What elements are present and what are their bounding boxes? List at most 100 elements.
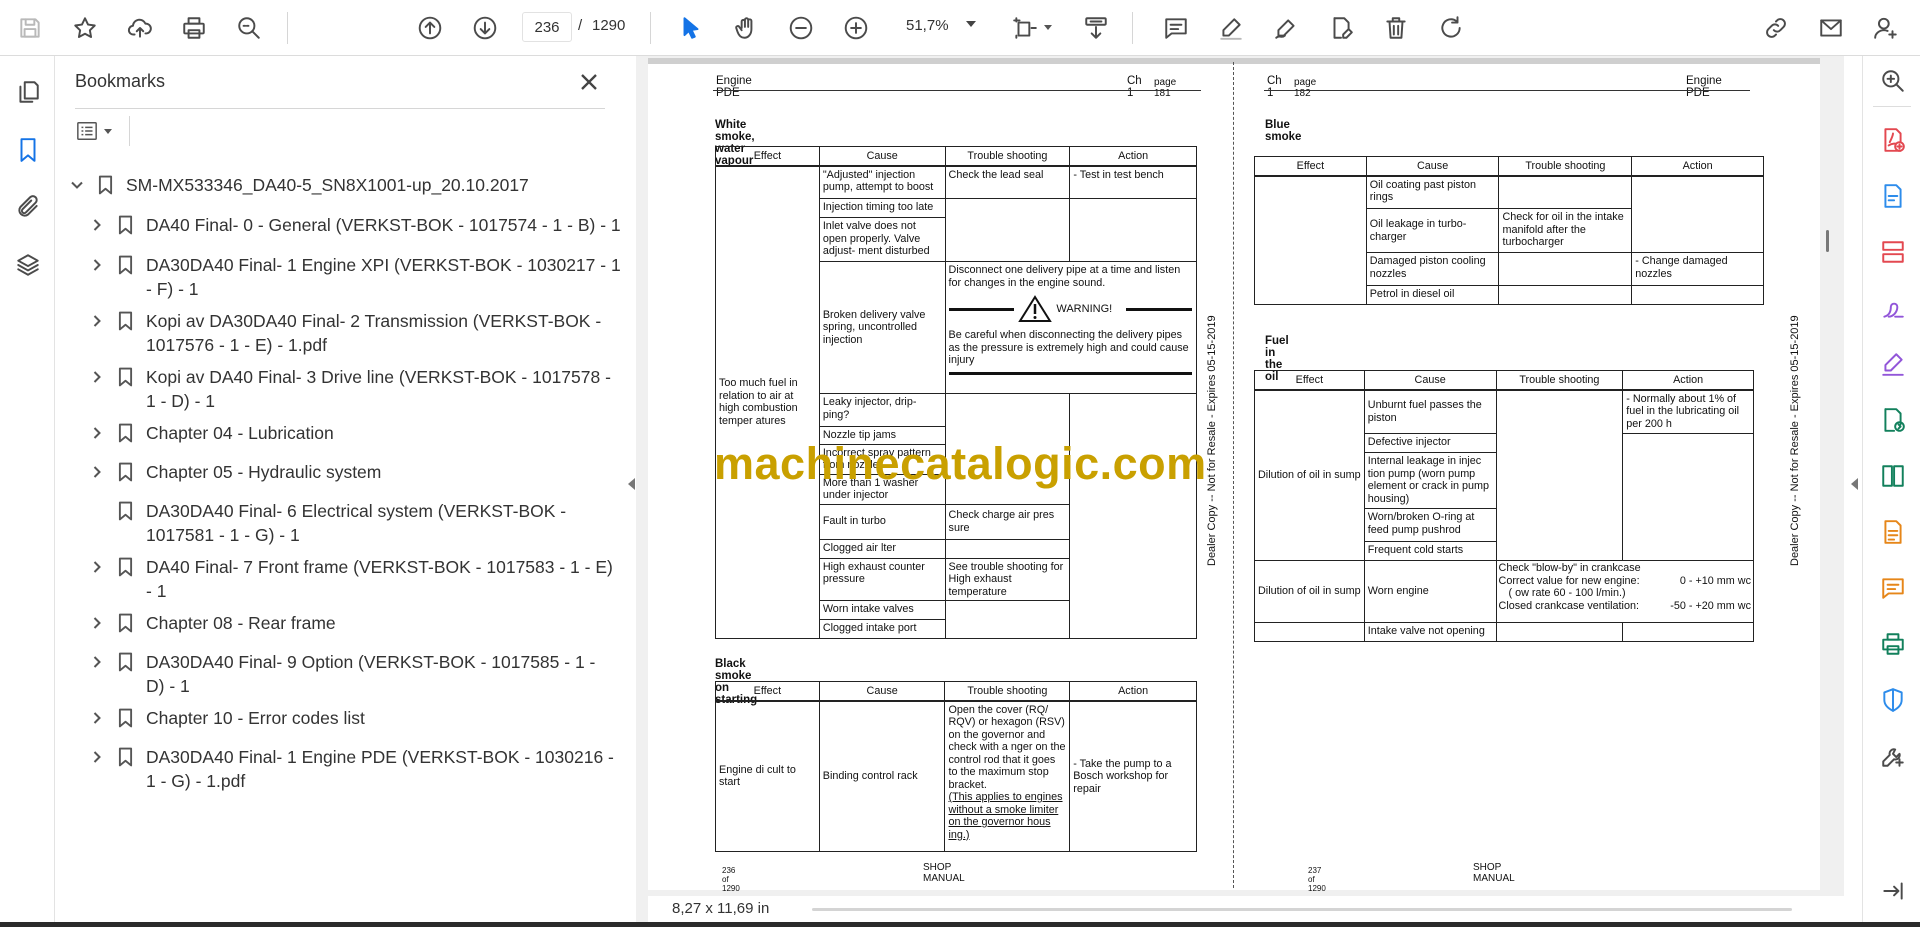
- chevron-down-icon[interactable]: [966, 21, 976, 27]
- page-size-label: 8,27 x 11,69 in: [672, 900, 770, 917]
- zoom-out-icon[interactable]: [782, 9, 820, 47]
- horizontal-scrollbar[interactable]: [812, 908, 1792, 911]
- rotate-icon[interactable]: [1432, 9, 1470, 47]
- cause-cell: Fault in turbo: [818, 503, 946, 540]
- trouble-cell: [1498, 285, 1633, 305]
- action-cell: - Normally about 1% of fuel in the lubri…: [1622, 389, 1754, 434]
- scroll-mode-icon[interactable]: [1077, 9, 1115, 47]
- chevron-right-icon[interactable]: [88, 421, 106, 445]
- bookmark-item[interactable]: SM-MX533346_DA40-5_SN8X1001-up_20.10.201…: [68, 173, 606, 197]
- trouble-cell: Check charge air pres sure: [944, 503, 1071, 540]
- draw-freehand-icon[interactable]: [1267, 9, 1305, 47]
- bookmark-item[interactable]: DA30DA40 Final- 1 Engine XPI (VERKST-BOK…: [88, 253, 621, 301]
- bookmark-item[interactable]: Chapter 04 - Lubrication: [88, 421, 626, 445]
- bookmark-item[interactable]: DA40 Final- 0 - General (VERKST-BOK - 10…: [88, 213, 626, 237]
- close-icon[interactable]: [575, 68, 603, 96]
- export-pdf-icon[interactable]: [1878, 125, 1908, 155]
- bookmark-item[interactable]: DA40 Final- 7 Front frame (VERKST-BOK - …: [88, 555, 621, 603]
- chevron-right-icon[interactable]: [88, 460, 106, 484]
- cause-cell: Worn intake valves: [818, 600, 946, 620]
- chevron-down-icon[interactable]: [1044, 25, 1052, 30]
- edit-pdf-icon[interactable]: [1878, 181, 1908, 211]
- bookmark-item[interactable]: DA30DA40 Final- 6 Electrical system (VER…: [88, 499, 596, 547]
- attachment-icon[interactable]: [12, 191, 44, 223]
- collapse-left-panel-icon[interactable]: [628, 478, 635, 490]
- star-icon[interactable]: [66, 9, 104, 47]
- taskbar-strip: [0, 922, 1920, 927]
- previous-page-icon[interactable]: [411, 9, 449, 47]
- collapse-tools-icon[interactable]: [1878, 876, 1908, 906]
- cause-cell: Defective injector: [1363, 433, 1497, 453]
- save-icon[interactable]: [11, 9, 49, 47]
- upload-cloud-icon[interactable]: [121, 9, 159, 47]
- bookmark-item[interactable]: Chapter 05 - Hydraulic system: [88, 460, 626, 484]
- bookmarks-panel: Bookmarks SM-MX533346_DA40-5_SN8X1001-up…: [56, 56, 625, 922]
- protect-shield-icon[interactable]: [1878, 685, 1908, 715]
- chevron-right-icon[interactable]: [88, 650, 106, 674]
- warning-rule: [1126, 307, 1193, 311]
- chevron-right-icon[interactable]: [88, 555, 106, 579]
- link-icon[interactable]: [1757, 9, 1795, 47]
- bookmark-item[interactable]: DA30DA40 Final- 1 Engine PDE (VERKST-BOK…: [88, 745, 621, 793]
- share-user-icon[interactable]: [1867, 9, 1905, 47]
- bookmark-item[interactable]: Kopi av DA40 Final- 3 Drive line (VERKST…: [88, 365, 621, 413]
- chevron-right-icon[interactable]: [88, 213, 106, 237]
- print-icon[interactable]: [175, 9, 213, 47]
- delete-icon[interactable]: [1377, 9, 1415, 47]
- bookmark-options-button[interactable]: [74, 116, 124, 146]
- organize-pages-icon[interactable]: [1878, 237, 1908, 267]
- cause-cell: "Adjusted" injection pump, attempt to bo…: [818, 165, 946, 199]
- request-signature-icon[interactable]: [1878, 293, 1908, 323]
- chevron-right-icon[interactable]: [88, 309, 106, 333]
- chevron-right-icon[interactable]: [88, 365, 106, 389]
- scan-ocr-icon[interactable]: [1878, 517, 1908, 547]
- edit-text-icon[interactable]: [1322, 9, 1360, 47]
- bookmark-item[interactable]: Kopi av DA30DA40 Final- 2 Transmission (…: [88, 309, 606, 357]
- toolbar-separator: [1132, 12, 1133, 44]
- print-production-icon[interactable]: [1878, 629, 1908, 659]
- action-cell: - Test in test bench: [1069, 165, 1197, 199]
- effect-cell: [1254, 175, 1367, 305]
- hand-tool-icon[interactable]: [727, 9, 765, 47]
- more-tools-icon[interactable]: [1878, 741, 1908, 771]
- chevron-right-icon[interactable]: [88, 253, 106, 277]
- cell-text: Too much fuel in relation to air at high…: [719, 377, 798, 427]
- email-icon[interactable]: [1812, 9, 1850, 47]
- zoom-level-select[interactable]: 51,7%: [898, 12, 986, 42]
- cell-value: 0 - +10 mm wc: [1679, 574, 1751, 587]
- value-row: Correct value for new engine: 0 - +10 mm …: [1499, 575, 1751, 588]
- bookmark-item[interactable]: Chapter 08 - Rear frame: [88, 611, 626, 635]
- expand-right-panel-icon[interactable]: [1851, 478, 1858, 490]
- vertical-scrollbar-thumb[interactable]: [1826, 230, 1829, 252]
- comment-tool-icon[interactable]: [1878, 573, 1908, 603]
- action-cell: [1622, 433, 1754, 561]
- bookmark-item[interactable]: DA30DA40 Final- 9 Option (VERKST-BOK - 1…: [88, 650, 616, 698]
- effect-cell: [1254, 622, 1365, 642]
- fill-sign-icon[interactable]: [1878, 349, 1908, 379]
- next-page-icon[interactable]: [466, 9, 504, 47]
- cause-cell: Oil coating past piston rings: [1365, 175, 1500, 209]
- compare-files-icon[interactable]: [1878, 461, 1908, 491]
- chevron-right-icon[interactable]: [88, 745, 106, 769]
- send-file-icon[interactable]: [1878, 405, 1908, 435]
- cell-text: Closed crankcase ventilation:: [1498, 599, 1639, 612]
- cause-cell: Intake valve not opening: [1363, 622, 1497, 642]
- find-text-icon[interactable]: [230, 9, 268, 47]
- bookmark-item[interactable]: Chapter 10 - Error codes list: [88, 706, 626, 730]
- layers-icon[interactable]: [12, 249, 44, 281]
- zoom-in-icon[interactable]: [837, 9, 875, 47]
- page-fit-icon[interactable]: [1006, 9, 1044, 47]
- highlight-pen-icon[interactable]: [1212, 9, 1250, 47]
- page-thumbnails-icon[interactable]: [12, 76, 44, 108]
- zoom-search-icon[interactable]: [1878, 66, 1908, 96]
- comment-icon[interactable]: [1157, 9, 1195, 47]
- select-cursor-icon[interactable]: [672, 9, 710, 47]
- chevron-down-icon[interactable]: [68, 173, 86, 197]
- column-header: Action: [1631, 156, 1764, 177]
- bookmark-panel-icon[interactable]: [12, 134, 44, 166]
- vertical-watermark: Dealer Copy -- Not for Resale - Expires …: [1206, 315, 1218, 566]
- page-number-input[interactable]: [522, 12, 572, 42]
- chevron-right-icon[interactable]: [88, 706, 106, 730]
- chevron-right-icon[interactable]: [88, 611, 106, 635]
- site-watermark: machinecatalogic.com: [714, 438, 1207, 489]
